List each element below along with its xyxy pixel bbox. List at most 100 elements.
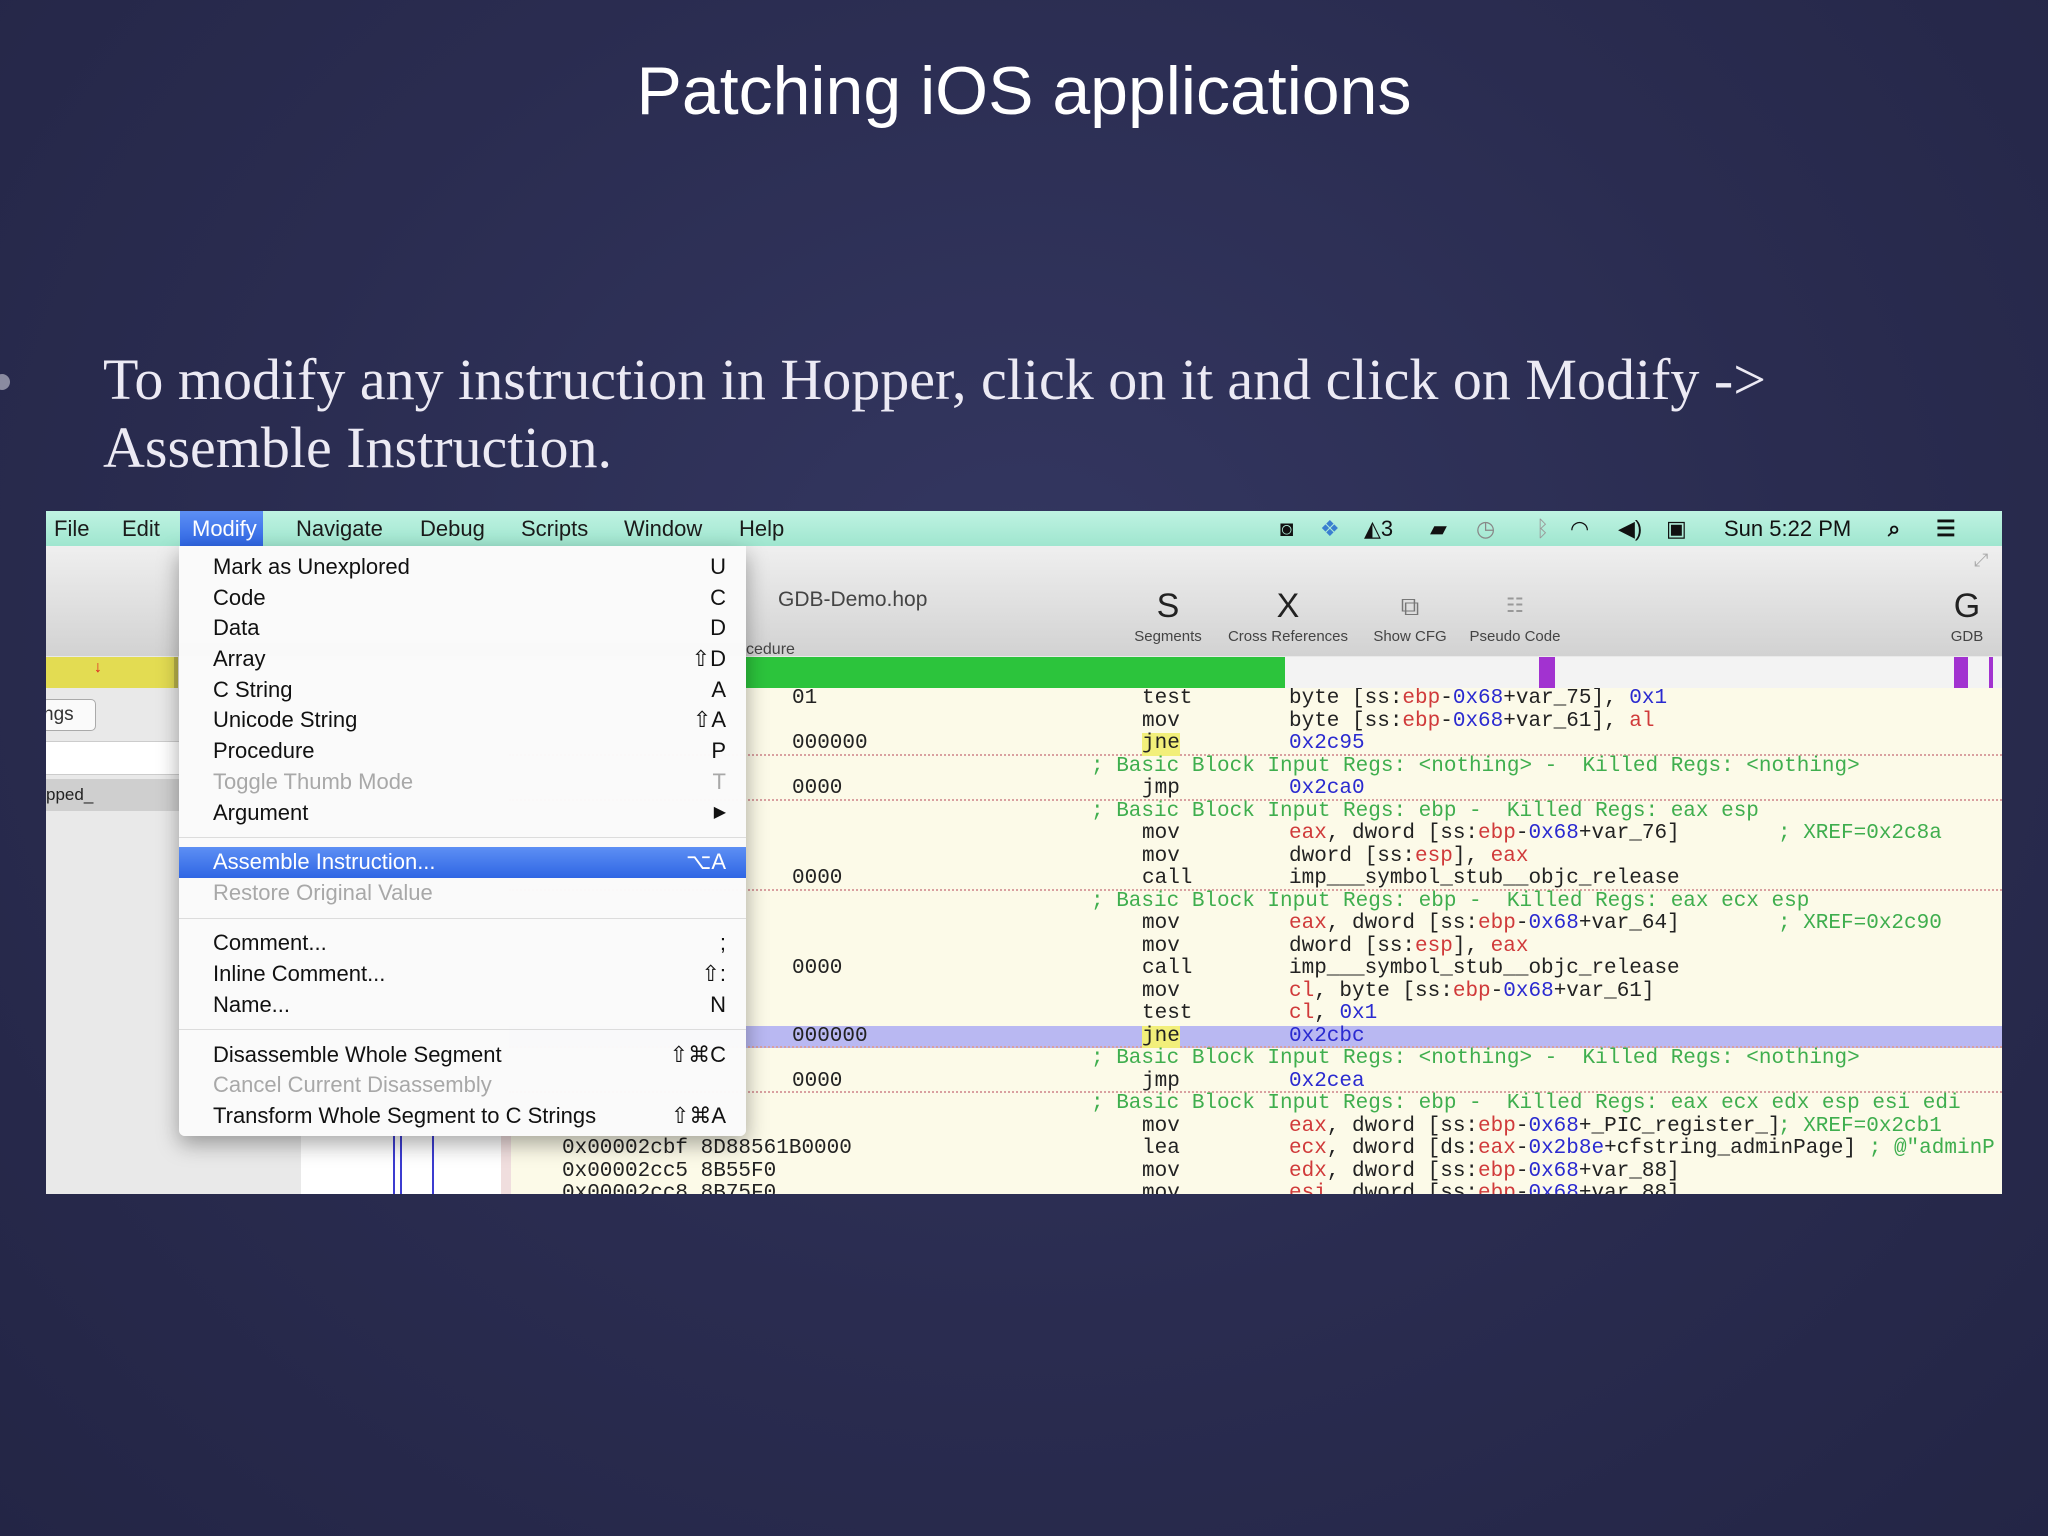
- gdb-button[interactable]: G GDB: [1942, 588, 1992, 645]
- dropbox-icon[interactable]: ❖: [1320, 511, 1340, 546]
- left-list-item[interactable]: pped_: [46, 779, 179, 811]
- bluetooth-icon[interactable]: ᛒ: [1536, 511, 1549, 546]
- menu-item-mark-as-unexplored[interactable]: Mark as Unexplored U: [179, 552, 746, 583]
- menu-item-transform-whole-segment-to-c-strings[interactable]: Transform Whole Segment to C Strings ⇧⌘A: [179, 1101, 746, 1132]
- strings-button[interactable]: ngs: [46, 699, 96, 731]
- menu-item-label: Unicode String: [213, 707, 358, 733]
- check-shield-icon[interactable]: ◙: [1280, 511, 1293, 546]
- operand-text: , dword [ss:: [1326, 1182, 1479, 1194]
- operand-text: , byte [ss:: [1314, 979, 1453, 1003]
- number: 0x1: [1339, 1002, 1378, 1025]
- menu-item-data[interactable]: Data D: [179, 613, 746, 644]
- menu-item-label: Data: [213, 615, 260, 641]
- register: ebp: [1402, 709, 1441, 733]
- menu-item-unicode-string[interactable]: Unicode String ⇧A: [179, 705, 746, 736]
- segments-button[interactable]: S Segments: [1128, 588, 1208, 645]
- menu-item-array[interactable]: Array ⇧D: [179, 644, 746, 675]
- menu-scripts[interactable]: Scripts: [513, 511, 596, 546]
- number: 0x2b8e: [1528, 1137, 1605, 1160]
- menu-item-inline-comment[interactable]: Inline Comment... ⇧:: [179, 959, 746, 990]
- left-search-field[interactable]: [46, 741, 179, 775]
- pseudo-code-button[interactable]: ☷ Pseudo Code: [1462, 588, 1568, 645]
- menu-item-code[interactable]: Code C: [179, 583, 746, 614]
- operand-text: -: [1490, 979, 1504, 1003]
- menu-file[interactable]: File: [46, 511, 97, 546]
- xref-comment[interactable]: ; XREF=0x2c8a: [1778, 822, 1942, 846]
- instruction-row[interactable]: 0x00002cc5 8B55F0 mov edx, dword [ss:ebp-0…: [509, 1159, 2002, 1184]
- basic-block-comment: ; Basic Block Input Regs: ebp - Killed R…: [1091, 799, 1759, 823]
- mnemonic: test: [1142, 1002, 1193, 1025]
- menu-item-disassemble-whole-segment[interactable]: Disassemble Whole Segment ⇧⌘C: [179, 1040, 746, 1071]
- menu-item-assemble-instruction[interactable]: Assemble Instruction... ⌥A: [179, 847, 746, 879]
- time-machine-icon[interactable]: ◷: [1476, 511, 1495, 546]
- instruction-address: 0000: [792, 777, 843, 800]
- menu-item-c-string[interactable]: C String A: [179, 675, 746, 706]
- menu-item-restore-original-value[interactable]: Restore Original Value: [179, 878, 746, 909]
- operands: cl, 0x1: [1289, 1002, 1378, 1026]
- basic-block-comment: ; Basic Block Input Regs: ebp - Killed R…: [1091, 1092, 1961, 1115]
- menu-shortcut: ;: [719, 930, 726, 956]
- register: ebp: [1478, 912, 1516, 935]
- basic-block-comment: ; Basic Block Input Regs: <nothing> - Ki…: [1091, 1047, 1860, 1070]
- operands: 0x2cbc: [1289, 1025, 1365, 1049]
- register: ecx: [1289, 1137, 1327, 1160]
- number: 0x68: [1503, 979, 1554, 1003]
- window-title: GDB-Demo.hop: [778, 588, 928, 611]
- menu-help[interactable]: Help: [731, 511, 792, 546]
- menu-modify[interactable]: Modify: [180, 511, 263, 546]
- menu-window[interactable]: Window: [616, 511, 710, 546]
- submenu-arrow-icon: ▶: [713, 803, 726, 821]
- operands: eax, dword [ss:ebp-0x68+_PIC_register_]: [1289, 1114, 1793, 1139]
- battery-icon[interactable]: ▰: [1430, 511, 1447, 546]
- menu-shortcut: C: [710, 584, 726, 610]
- mnemonic: lea: [1142, 1137, 1180, 1160]
- segment-navigation-bar[interactable]: [746, 657, 2002, 688]
- gdb-label: GDB: [1950, 628, 1984, 645]
- display-icon[interactable]: ▣: [1666, 511, 1687, 546]
- menu-item-argument[interactable]: Argument ▶: [179, 798, 746, 829]
- adobe-icon[interactable]: ◭3: [1364, 511, 1393, 546]
- number: 0x68: [1528, 1114, 1579, 1138]
- menu-navigate[interactable]: Navigate: [288, 511, 391, 546]
- menu-edit[interactable]: Edit: [114, 511, 168, 546]
- volume-icon[interactable]: ◀): [1618, 511, 1642, 546]
- instruction-row[interactable]: 0x00002cbf 8D88561B0000 lea ecx, dword [ds…: [509, 1137, 2002, 1161]
- operand-text: +cfstring_adminPage]: [1604, 1137, 1869, 1160]
- operand-text: ,: [1314, 1002, 1340, 1025]
- menu-separator: [179, 1020, 746, 1039]
- clock[interactable]: Sun 5:22 PM: [1724, 511, 1851, 546]
- register: ebp: [1452, 979, 1491, 1003]
- fullscreen-icon[interactable]: ⤢: [1974, 550, 1988, 571]
- mnemonic: mov: [1142, 934, 1180, 958]
- segment-code: [746, 657, 1285, 688]
- cross-references-button[interactable]: X Cross References: [1218, 588, 1358, 645]
- wifi-icon[interactable]: ◠: [1570, 511, 1589, 546]
- menu-debug[interactable]: Debug: [412, 511, 493, 546]
- menu-shortcut: A: [711, 676, 726, 702]
- menu-item-label: Assemble Instruction...: [213, 849, 436, 875]
- menu-item-comment[interactable]: Comment...;: [179, 928, 746, 959]
- menu-item-label: Mark as Unexplored: [213, 554, 410, 579]
- menu-item-toggle-thumb-mode[interactable]: Toggle Thumb Mode T: [179, 767, 746, 798]
- operand-text: +var_64]: [1578, 912, 1680, 935]
- inline-comment: ; @"adminP: [1868, 1137, 1995, 1160]
- show-cfg-button[interactable]: ⧉ Show CFG: [1368, 588, 1452, 645]
- mnemonic: jmp: [1142, 1069, 1180, 1093]
- xref-comment[interactable]: ; XREF=0x2c90: [1778, 912, 1942, 936]
- menu-item-label: Restore Original Value: [213, 880, 433, 906]
- operands: byte [ss:ebp-0x68+var_61], al: [1289, 709, 1655, 734]
- register: ebp: [1478, 1159, 1516, 1183]
- spotlight-search-icon[interactable]: ⌕: [1888, 511, 1900, 546]
- xref-comment[interactable]: ; XREF=0x2cb1: [1778, 1115, 1942, 1139]
- operands: 0x2ca0: [1289, 777, 1365, 801]
- register: ebp: [1478, 822, 1516, 845]
- menu-item-label: Comment...: [213, 930, 327, 956]
- menu-item-label: Transform Whole Segment to C Strings: [213, 1102, 597, 1128]
- slide-body-text: To modify any instruction in Hopper, cli…: [103, 347, 1766, 480]
- pseudo-code-label: Pseudo Code: [1469, 628, 1561, 645]
- notification-list-icon[interactable]: ☰: [1936, 511, 1956, 546]
- instruction-row[interactable]: 0x00002cc8 8B75F0 mov esi, dword [ss:ebp-0…: [509, 1182, 2002, 1194]
- menu-item-name[interactable]: Name... N: [179, 990, 746, 1021]
- menu-item-procedure[interactable]: Procedure P: [179, 736, 746, 767]
- menu-item-cancel-current-disassembly[interactable]: Cancel Current Disassembly: [179, 1070, 746, 1101]
